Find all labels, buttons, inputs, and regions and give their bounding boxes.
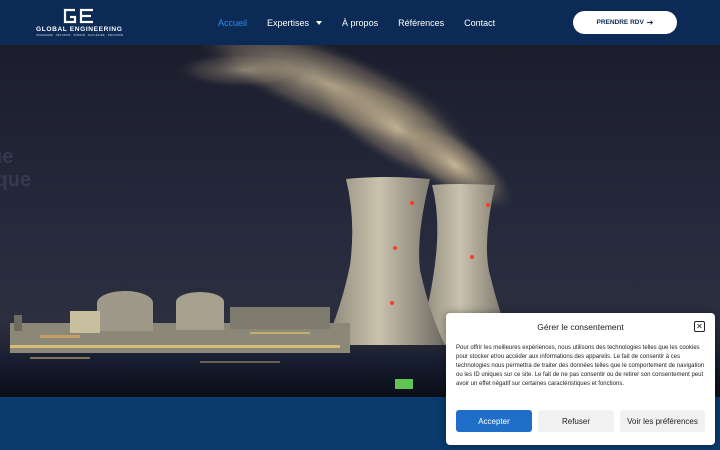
logo[interactable]: GLOBAL ENGINEERING INGÉNIERIE · SÉCURITÉ… [36,7,124,37]
nav-item-contact[interactable]: Contact [464,18,495,28]
preferences-button[interactable]: Voir les préférences [620,410,705,432]
logo-name: GLOBAL ENGINEERING [36,26,123,33]
close-icon[interactable]: ✕ [694,321,705,332]
consent-body: Pour offrir les meilleures expériences, … [456,345,705,387]
ge-logo-icon [63,8,93,24]
consent-title: Gérer le consentement [537,322,624,332]
prendre-rdv-button[interactable]: PRENDRE RDV ➔ [573,11,677,34]
nav-item-a-propos[interactable]: À propos [342,18,378,28]
nav-item-references[interactable]: Références [398,18,444,28]
refuse-button[interactable]: Refuser [538,410,614,432]
hero-heading: ue ique [0,146,32,191]
main-nav: Accueil Expertises À propos Références C… [218,0,515,45]
cookie-consent-dialog: Gérer le consentement ✕ Pour offrir les … [446,313,715,445]
accept-button[interactable]: Accepter [456,410,532,432]
site-header: GLOBAL ENGINEERING INGÉNIERIE · SÉCURITÉ… [0,0,720,45]
logo-tagline: INGÉNIERIE · SÉCURITÉ · SÛRETÉ · NUCLÉAI… [36,34,124,37]
arrow-right-icon: ➔ [646,18,654,27]
chevron-down-icon [316,20,323,25]
nav-item-accueil[interactable]: Accueil [218,18,247,28]
nav-item-expertises[interactable]: Expertises [267,18,323,28]
